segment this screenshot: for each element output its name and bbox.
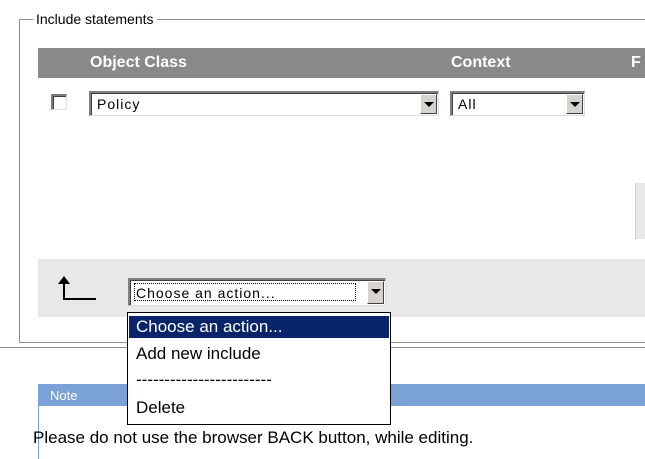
column-header-context: Context — [451, 54, 511, 71]
note-text: Please do not use the browser BACK butto… — [33, 428, 474, 447]
fieldset-legend: Include statements — [33, 10, 157, 28]
menu-option-delete[interactable]: Delete — [129, 397, 389, 419]
menu-option-separator[interactable]: ------------------------ — [129, 369, 389, 391]
action-select[interactable]: Choose an action... — [128, 278, 386, 306]
column-header-object-class: Object Class — [90, 54, 187, 71]
chevron-down-icon[interactable] — [566, 94, 583, 114]
return-up-arrow-icon — [58, 276, 96, 300]
context-select[interactable]: All — [450, 91, 585, 116]
menu-option-add-new-include[interactable]: Add new include — [129, 343, 389, 365]
menu-option-choose-action[interactable]: Choose an action... — [129, 316, 389, 338]
context-select-value: All — [458, 96, 477, 112]
note-title: Note — [50, 388, 78, 403]
table-header: Object Class Context F — [38, 48, 645, 78]
include-statements-editor: Include statements Object Class Context … — [0, 0, 645, 459]
chevron-down-icon[interactable] — [420, 94, 437, 114]
object-class-select[interactable]: Policy — [89, 91, 439, 116]
action-dropdown-menu: Choose an action... Add new include ----… — [127, 312, 391, 425]
chevron-down-icon[interactable] — [367, 281, 384, 304]
column-header-third: F — [631, 54, 641, 71]
cut-off-button[interactable] — [635, 183, 645, 239]
action-select-value: Choose an action... — [136, 285, 276, 301]
row-select-checkbox[interactable] — [51, 94, 67, 110]
object-class-select-value: Policy — [97, 96, 141, 112]
